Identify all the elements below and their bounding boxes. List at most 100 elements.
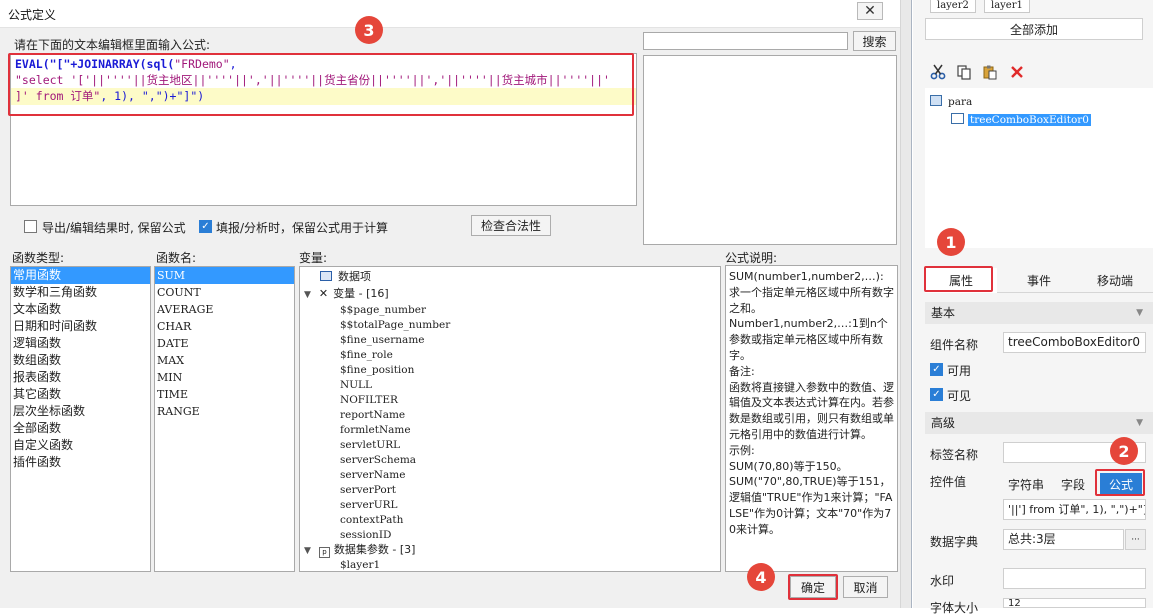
enabled-checkbox[interactable]: ✓ — [930, 363, 943, 376]
var-root-item[interactable]: 数据项 — [320, 269, 371, 284]
data-dict-input[interactable]: 总共:3层 — [1003, 529, 1124, 550]
cancel-button[interactable]: 取消 — [843, 576, 888, 598]
func-name-item[interactable]: COUNT — [155, 284, 294, 301]
tab-events[interactable]: 事件 — [1003, 268, 1075, 293]
func-name-item[interactable]: MIN — [155, 369, 294, 386]
search-results-list[interactable] — [643, 55, 897, 245]
func-type-item[interactable]: 文本函数 — [11, 301, 150, 318]
close-button[interactable]: ✕ — [857, 2, 883, 20]
font-size-input[interactable]: 12 — [1003, 598, 1146, 608]
export-keep-formula-checkbox[interactable] — [24, 220, 37, 233]
func-name-item[interactable]: DATE — [155, 335, 294, 352]
visible-checkbox[interactable]: ✓ — [930, 388, 943, 401]
paste-icon[interactable] — [981, 63, 999, 81]
delete-icon[interactable] — [1008, 63, 1026, 81]
tab-mobile[interactable]: 移动端 — [1077, 268, 1153, 293]
func-name-item[interactable]: MAX — [155, 352, 294, 369]
seg-field[interactable]: 字段 — [1053, 473, 1093, 495]
data-dict-edit-button[interactable]: ··· — [1125, 529, 1146, 550]
check-validity-button[interactable]: 检查合法性 — [471, 215, 551, 236]
func-name-item[interactable]: RANGE — [155, 403, 294, 420]
seg-string[interactable]: 字符串 — [1003, 473, 1049, 495]
variable-tree[interactable]: 数据项 ▼ ✕ 变量 - [16] $$page_number $$totalPage… — [299, 266, 721, 572]
properties-panel: layer2 layer1 全部添加 para treeComboBoxEdit… — [913, 0, 1153, 615]
annotation-badge: 2 — [1110, 437, 1138, 465]
tree-combo-icon — [951, 113, 964, 124]
collapse-icon: ▼ — [1136, 418, 1143, 428]
variable-item[interactable]: reportName — [340, 408, 405, 423]
layer-tab[interactable]: layer2 — [930, 0, 976, 13]
func-name-item[interactable]: CHAR — [155, 318, 294, 335]
func-type-item[interactable]: 日期和时间函数 — [11, 318, 150, 335]
func-type-item[interactable]: 自定义函数 — [11, 437, 150, 454]
widget-tree[interactable]: para treeComboBoxEditor0 — [925, 88, 1153, 248]
func-type-item[interactable]: 常用函数 — [11, 267, 150, 284]
enabled-label: 可用 — [947, 364, 972, 378]
visible-label: 可见 — [947, 389, 972, 403]
seg-formula[interactable]: 公式 — [1100, 473, 1142, 495]
watermark-input[interactable] — [1003, 568, 1146, 589]
func-type-item[interactable]: 插件函数 — [11, 454, 150, 471]
description-label: 公式说明: — [725, 251, 778, 265]
component-name-input[interactable]: treeComboBoxEditor0 — [1003, 332, 1146, 353]
formula-description: SUM(number1,number2,…):求一个指定单元格区域中所有数字之和… — [725, 265, 898, 572]
func-type-item[interactable]: 其它函数 — [11, 386, 150, 403]
func-name-item[interactable]: AVERAGE — [155, 301, 294, 318]
func-name-list[interactable]: SUM COUNT AVERAGE CHAR DATE MAX MIN TIME RANGE — [154, 266, 295, 572]
func-type-list[interactable]: 常用函数 数学和三角函数 文本函数 日期和时间函数 逻辑函数 数组函数 报表函数 其它函数 层次… — [10, 266, 151, 572]
search-button[interactable]: 搜索 — [853, 31, 896, 51]
checkmark-icon: ✓ — [932, 389, 941, 400]
dataset-param-icon: p — [318, 547, 330, 558]
func-type-item[interactable]: 层次坐标函数 — [11, 403, 150, 420]
variable-item[interactable]: servletURL — [340, 438, 400, 453]
formula-editor[interactable]: EVAL("["+JOINARRAY(sql("FRDemo", "select… — [10, 53, 637, 206]
description-paragraph: 备注: — [729, 364, 755, 378]
func-type-item[interactable]: 数组函数 — [11, 352, 150, 369]
dataset-group-item[interactable]: ▼ p 数据集参数 - [3] — [304, 542, 415, 558]
func-type-item[interactable]: 全部函数 — [11, 420, 150, 437]
variable-item[interactable]: serverPort — [340, 483, 396, 498]
tab-properties[interactable]: 属性 — [925, 268, 997, 293]
search-input[interactable] — [643, 32, 848, 50]
ok-button[interactable]: 确定 — [790, 576, 836, 598]
tree-item-para[interactable]: para — [930, 94, 972, 110]
formula-definition-dialog: 公式定义 ✕ 请在下面的文本编辑框里面输入公式: EVAL("["+JOINAR… — [0, 0, 912, 608]
func-type-item[interactable]: 报表函数 — [11, 369, 150, 386]
section-advanced[interactable]: 高级 ▼ — [925, 412, 1153, 434]
variable-item[interactable]: serverSchema — [340, 453, 416, 468]
variable-item[interactable]: $fine_role — [340, 348, 393, 363]
variable-item[interactable]: NOFILTER — [340, 393, 398, 408]
copy-icon[interactable] — [955, 63, 973, 81]
tree-item-treecombobox[interactable]: treeComboBoxEditor0 — [951, 112, 1091, 128]
add-all-button[interactable]: 全部添加 — [925, 18, 1143, 40]
description-paragraph: Number1,number2,…:1到n个参数或指定单元格区域中所有数字。 — [729, 317, 888, 362]
variable-item[interactable]: formletName — [340, 423, 411, 438]
func-name-item[interactable]: TIME — [155, 386, 294, 403]
description-paragraph: SUM(number1,number2,…):求一个指定单元格区域中所有数字之和… — [729, 270, 894, 315]
variable-item[interactable]: NULL — [340, 378, 372, 393]
variable-item[interactable]: sessionID — [340, 528, 391, 543]
variable-label: 变量: — [299, 251, 328, 265]
formula-preview-input[interactable]: '||'] from 订单", 1), ",")+"]") — [1003, 499, 1146, 520]
func-type-item[interactable]: 逻辑函数 — [11, 335, 150, 352]
fill-keep-formula-checkbox[interactable]: ✓ — [199, 220, 212, 233]
collapse-icon: ▼ — [304, 546, 311, 556]
variable-item[interactable]: $$totalPage_number — [340, 318, 450, 333]
description-paragraph: 函数将直接键入参数中的数值、逻辑值及文本表达式计算在内。若参数是数组或引用，则只… — [729, 380, 894, 441]
func-name-item[interactable]: SUM — [155, 267, 294, 284]
variable-item[interactable]: contextPath — [340, 513, 403, 528]
formula-line-3: ]' from 订单", 1), ",")+"]") — [15, 89, 205, 103]
cut-icon[interactable] — [929, 63, 947, 81]
dialog-title: 公式定义 — [8, 8, 57, 22]
description-paragraph: SUM(70,80)等于150。 — [729, 459, 848, 473]
variable-item[interactable]: serverName — [340, 468, 405, 483]
func-type-item[interactable]: 数学和三角函数 — [11, 284, 150, 301]
section-basic[interactable]: 基本 ▼ — [925, 302, 1153, 324]
variable-item[interactable]: $fine_username — [340, 333, 425, 348]
variable-item[interactable]: $$page_number — [340, 303, 426, 318]
variable-item[interactable]: $fine_position — [340, 363, 414, 378]
dataset-param-item[interactable]: $layer1 — [340, 558, 380, 571]
variable-item[interactable]: serverURL — [340, 498, 398, 513]
var-group-item[interactable]: ▼ ✕ 变量 - [16] — [304, 286, 389, 301]
layer-tab[interactable]: layer1 — [984, 0, 1030, 13]
